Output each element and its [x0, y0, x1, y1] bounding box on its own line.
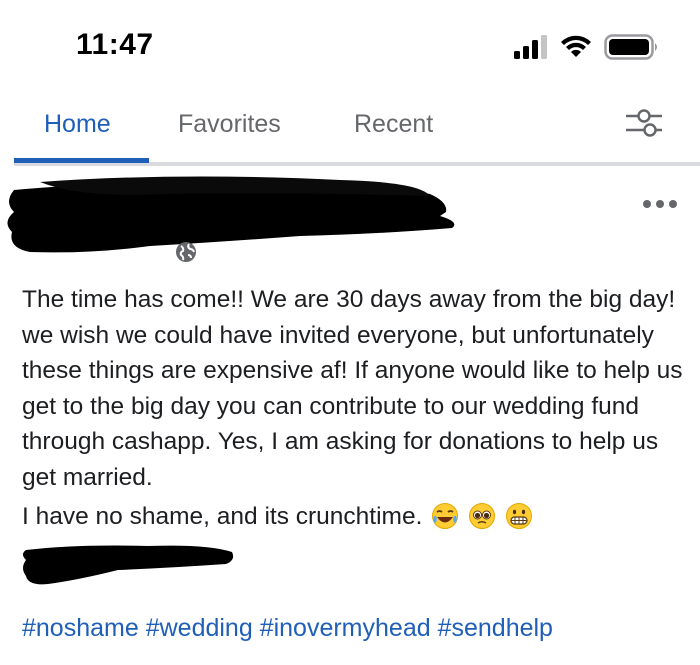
- globe-icon: [176, 242, 196, 262]
- active-tab-indicator: [14, 158, 149, 163]
- filter-settings-icon[interactable]: [624, 106, 664, 140]
- status-bar: 11:47: [0, 0, 700, 90]
- hashtag-inovermyhead[interactable]: #inovermyhead: [260, 614, 431, 642]
- signal-icon: [514, 35, 547, 59]
- hashtag-wedding[interactable]: #wedding: [146, 614, 253, 642]
- post-body: The time has come!! We are 30 days away …: [22, 282, 686, 535]
- tab-favorites[interactable]: Favorites: [178, 110, 281, 139]
- battery-icon: [604, 34, 657, 60]
- wifi-icon: [561, 35, 591, 57]
- redacted-author-name: [7, 176, 455, 253]
- hashtag-noshame[interactable]: #noshame: [22, 614, 139, 642]
- grimacing-emoji-icon: [505, 503, 532, 529]
- post-last-line-text: I have no shame, and its crunchtime.: [22, 503, 423, 530]
- post-text: The time has come!! We are 30 days away …: [22, 286, 683, 491]
- laughing-emoji-icon: [432, 503, 459, 529]
- tab-home[interactable]: Home: [44, 110, 111, 139]
- status-icons: [514, 32, 660, 62]
- redacted-signature: [23, 545, 234, 585]
- hashtags: #noshame #wedding #inovermyhead #sendhel…: [22, 614, 553, 643]
- status-time: 11:47: [76, 28, 154, 61]
- tab-recent[interactable]: Recent: [354, 110, 433, 139]
- pleading-emoji-icon: [469, 503, 495, 529]
- hashtag-sendhelp[interactable]: #sendhelp: [438, 614, 553, 642]
- post-last-line: I have no shame, and its crunchtime.: [22, 499, 686, 535]
- feed-tabs: Home Favorites Recent: [0, 100, 700, 166]
- more-options-icon[interactable]: [640, 194, 680, 214]
